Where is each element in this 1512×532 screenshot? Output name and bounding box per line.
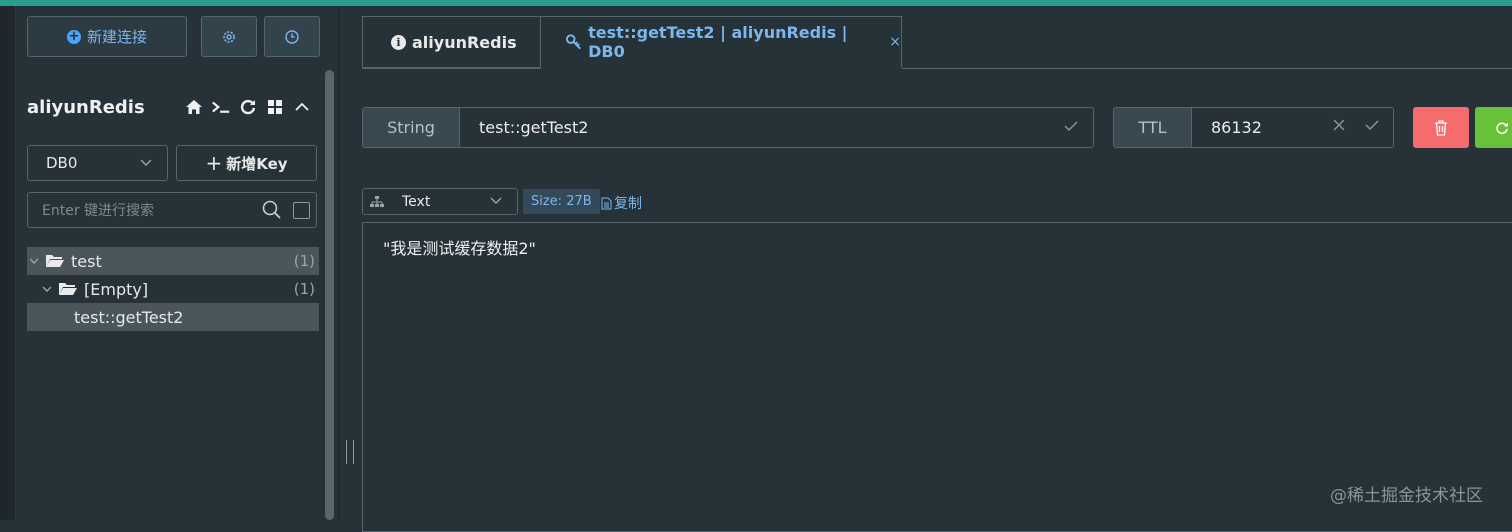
folder-open-icon	[59, 283, 77, 295]
tab-label: aliyunRedis	[412, 32, 517, 52]
gear-icon	[223, 30, 235, 43]
refresh-key-button[interactable]	[1475, 107, 1512, 148]
copy-label: 复制	[614, 196, 642, 212]
key-search-input[interactable]	[40, 199, 254, 223]
check-icon[interactable]	[1364, 117, 1380, 136]
tab-connection-info[interactable]: i aliyunRedis	[362, 16, 541, 68]
close-icon[interactable]	[1332, 117, 1346, 137]
delete-key-button[interactable]	[1413, 107, 1469, 148]
key-icon	[565, 34, 581, 50]
tree-folder-empty[interactable]: [Empty] (1)	[27, 275, 319, 303]
format-select[interactable]: Text	[362, 188, 518, 215]
new-connection-label: 新建连接	[86, 28, 147, 46]
exact-search-checkbox[interactable]	[293, 202, 310, 219]
terminal-icon[interactable]	[211, 97, 231, 117]
left-edge-strip	[0, 6, 16, 520]
refresh-icon	[1496, 122, 1508, 134]
value-size-badge: Size: 27B	[523, 189, 600, 214]
tab-key-detail[interactable]: test::getTest2 | aliyunRedis | DB0 ×	[540, 16, 902, 68]
home-icon[interactable]	[184, 97, 204, 117]
tree-folder-test[interactable]: test (1)	[27, 247, 319, 275]
tree-subfolder-count: (1)	[293, 280, 315, 298]
search-icon[interactable]	[262, 200, 282, 220]
add-key-button[interactable]: + 新增Key	[176, 145, 317, 181]
settings-button[interactable]	[201, 16, 257, 57]
sitemap-icon	[370, 195, 384, 207]
resize-handle[interactable]	[346, 440, 354, 464]
format-selected-value: Text	[402, 193, 431, 210]
key-search-box	[27, 192, 317, 228]
ttl-input[interactable]: 86132	[1211, 118, 1262, 137]
tree-folder-label: test	[71, 251, 102, 271]
watermark: @稀土掘金技术社区	[1330, 486, 1483, 506]
trash-icon	[1435, 119, 1447, 136]
clock-icon	[285, 29, 299, 44]
chevron-down-icon[interactable]	[27, 255, 41, 268]
tree-key-item[interactable]: test::getTest2	[27, 303, 319, 331]
tab-label: test::getTest2 | aliyunRedis | DB0	[588, 23, 848, 61]
db-selected-value: DB0	[46, 154, 78, 172]
value-text[interactable]: "我是测试缓存数据2"	[383, 235, 536, 259]
refresh-icon[interactable]	[238, 97, 258, 117]
add-key-label: 新增Key	[226, 154, 288, 173]
tree-key-label: test::getTest2	[74, 307, 184, 327]
info-icon: i	[391, 34, 406, 50]
panel-divider	[338, 6, 340, 520]
collapse-icon[interactable]	[292, 97, 312, 117]
close-icon[interactable]: ×	[889, 34, 901, 50]
copy-button[interactable]: 复制	[601, 193, 642, 213]
chevron-down-icon	[489, 193, 503, 211]
connection-name: aliyunRedis	[27, 97, 145, 118]
db-select[interactable]: DB0	[27, 145, 168, 181]
new-connection-button[interactable]: + 新建连接	[27, 16, 187, 57]
check-icon[interactable]	[1063, 118, 1079, 137]
key-name-bar: String test::getTest2	[362, 107, 1094, 148]
document-icon	[601, 197, 612, 209]
plus-icon: +	[205, 151, 223, 175]
key-name-input[interactable]: test::getTest2	[479, 118, 588, 137]
key-type-label: String	[363, 108, 460, 147]
tab-underline	[902, 68, 1512, 69]
sidebar: + 新建连接 aliyunRedis DB0 + 新增Key Enter 键进行…	[16, 6, 338, 520]
sidebar-scrollbar[interactable]	[325, 70, 334, 520]
tree-subfolder-label: [Empty]	[84, 279, 149, 299]
grid-icon[interactable]	[265, 97, 285, 117]
folder-open-icon	[46, 255, 64, 267]
key-tree: test (1) [Empty] (1) test::getTest2	[27, 247, 319, 331]
connection-toolbar	[184, 97, 312, 117]
ttl-bar: TTL 86132	[1113, 107, 1394, 148]
tree-folder-count: (1)	[293, 252, 315, 270]
chevron-down-icon	[139, 155, 153, 173]
history-button[interactable]	[264, 16, 320, 57]
plus-circle-icon: +	[66, 28, 81, 44]
chevron-down-icon[interactable]	[40, 283, 54, 296]
tab-underline	[362, 68, 541, 69]
ttl-label: TTL	[1114, 108, 1192, 147]
